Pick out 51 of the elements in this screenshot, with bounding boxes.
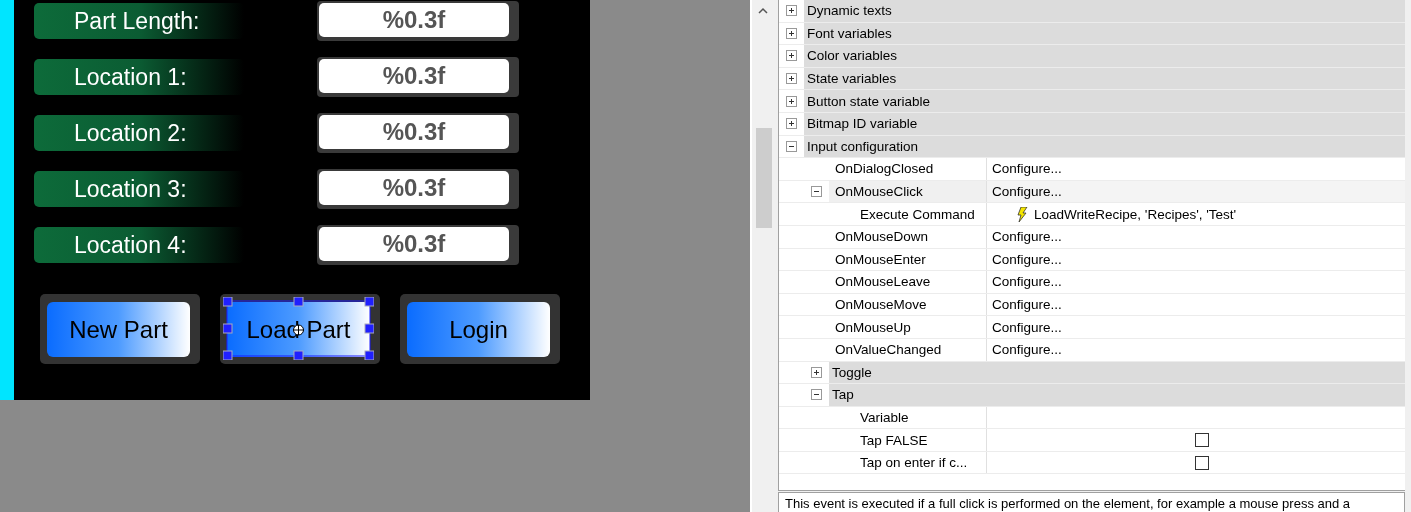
hmi-button[interactable]: New Part — [47, 302, 190, 357]
expand-icon[interactable] — [786, 50, 797, 62]
category-label[interactable]: Bitmap ID variable — [804, 112, 1405, 135]
category-label[interactable]: Tap — [829, 384, 1405, 406]
command-text: LoadWriteRecipe, 'Recipes', 'Test' — [1034, 206, 1237, 222]
collapse-icon[interactable] — [786, 140, 797, 152]
description-text: This event is executed if a full click is performed on the element, for example a mouse press and a — [778, 492, 1405, 512]
expand-icon[interactable] — [786, 27, 797, 39]
category-label[interactable]: Toggle — [829, 361, 1405, 384]
value-field[interactable]: %0.3f — [317, 57, 519, 97]
property-value[interactable]: Configure... — [992, 229, 1062, 245]
property-value[interactable]: Configure... — [992, 161, 1062, 177]
category-label[interactable]: Dynamic texts — [804, 0, 1405, 22]
property-name: OnMouseClick — [829, 180, 986, 203]
property-name: OnMouseLeave — [834, 273, 932, 292]
category-label[interactable]: Input configuration — [804, 135, 1405, 158]
property-name: Variable — [859, 409, 910, 427]
hmi-button[interactable]: Login — [407, 302, 550, 357]
property-name: Tap FALSE — [859, 431, 929, 450]
property-value[interactable]: Configure... — [992, 342, 1062, 358]
property-name: OnValueChanged — [834, 341, 943, 360]
category-label[interactable]: State variables — [804, 67, 1405, 90]
property-name: Execute Command — [859, 205, 976, 224]
property-value[interactable]: Configure... — [992, 274, 1062, 290]
category-label[interactable]: Button state variable — [804, 90, 1405, 112]
property-name: OnMouseDown — [834, 228, 930, 247]
checkbox[interactable] — [1195, 433, 1209, 448]
value-field[interactable]: %0.3f — [317, 113, 519, 153]
expand-icon[interactable] — [786, 5, 797, 17]
property-value[interactable]: Configure... — [992, 297, 1062, 312]
value-field[interactable]: %0.3f — [317, 225, 519, 265]
expand-icon[interactable] — [786, 73, 797, 85]
checkbox[interactable] — [1195, 455, 1209, 470]
property-name: OnDialogClosed — [834, 160, 935, 179]
value-field[interactable]: %0.3f — [317, 169, 519, 209]
property-value[interactable]: Configure... — [992, 251, 1062, 267]
expand-icon[interactable] — [786, 118, 797, 130]
property-value[interactable]: Configure... — [992, 319, 1062, 335]
collapse-icon[interactable] — [811, 186, 822, 198]
property-name: Tap on enter if c... — [859, 454, 969, 473]
category-label[interactable]: Color variables — [804, 45, 1405, 67]
property-name: OnMouseUp — [834, 318, 912, 337]
property-name: OnMouseMove — [834, 296, 928, 314]
expand-icon[interactable] — [786, 95, 797, 107]
property-value[interactable]: Configure... — [992, 184, 1062, 200]
collapse-icon[interactable] — [811, 389, 822, 401]
category-label[interactable]: Font variables — [804, 22, 1405, 45]
value-field[interactable]: %0.3f — [317, 1, 519, 41]
property-name: OnMouseEnter — [834, 250, 927, 269]
lightning-icon — [1017, 206, 1028, 222]
expand-icon[interactable] — [811, 366, 822, 378]
